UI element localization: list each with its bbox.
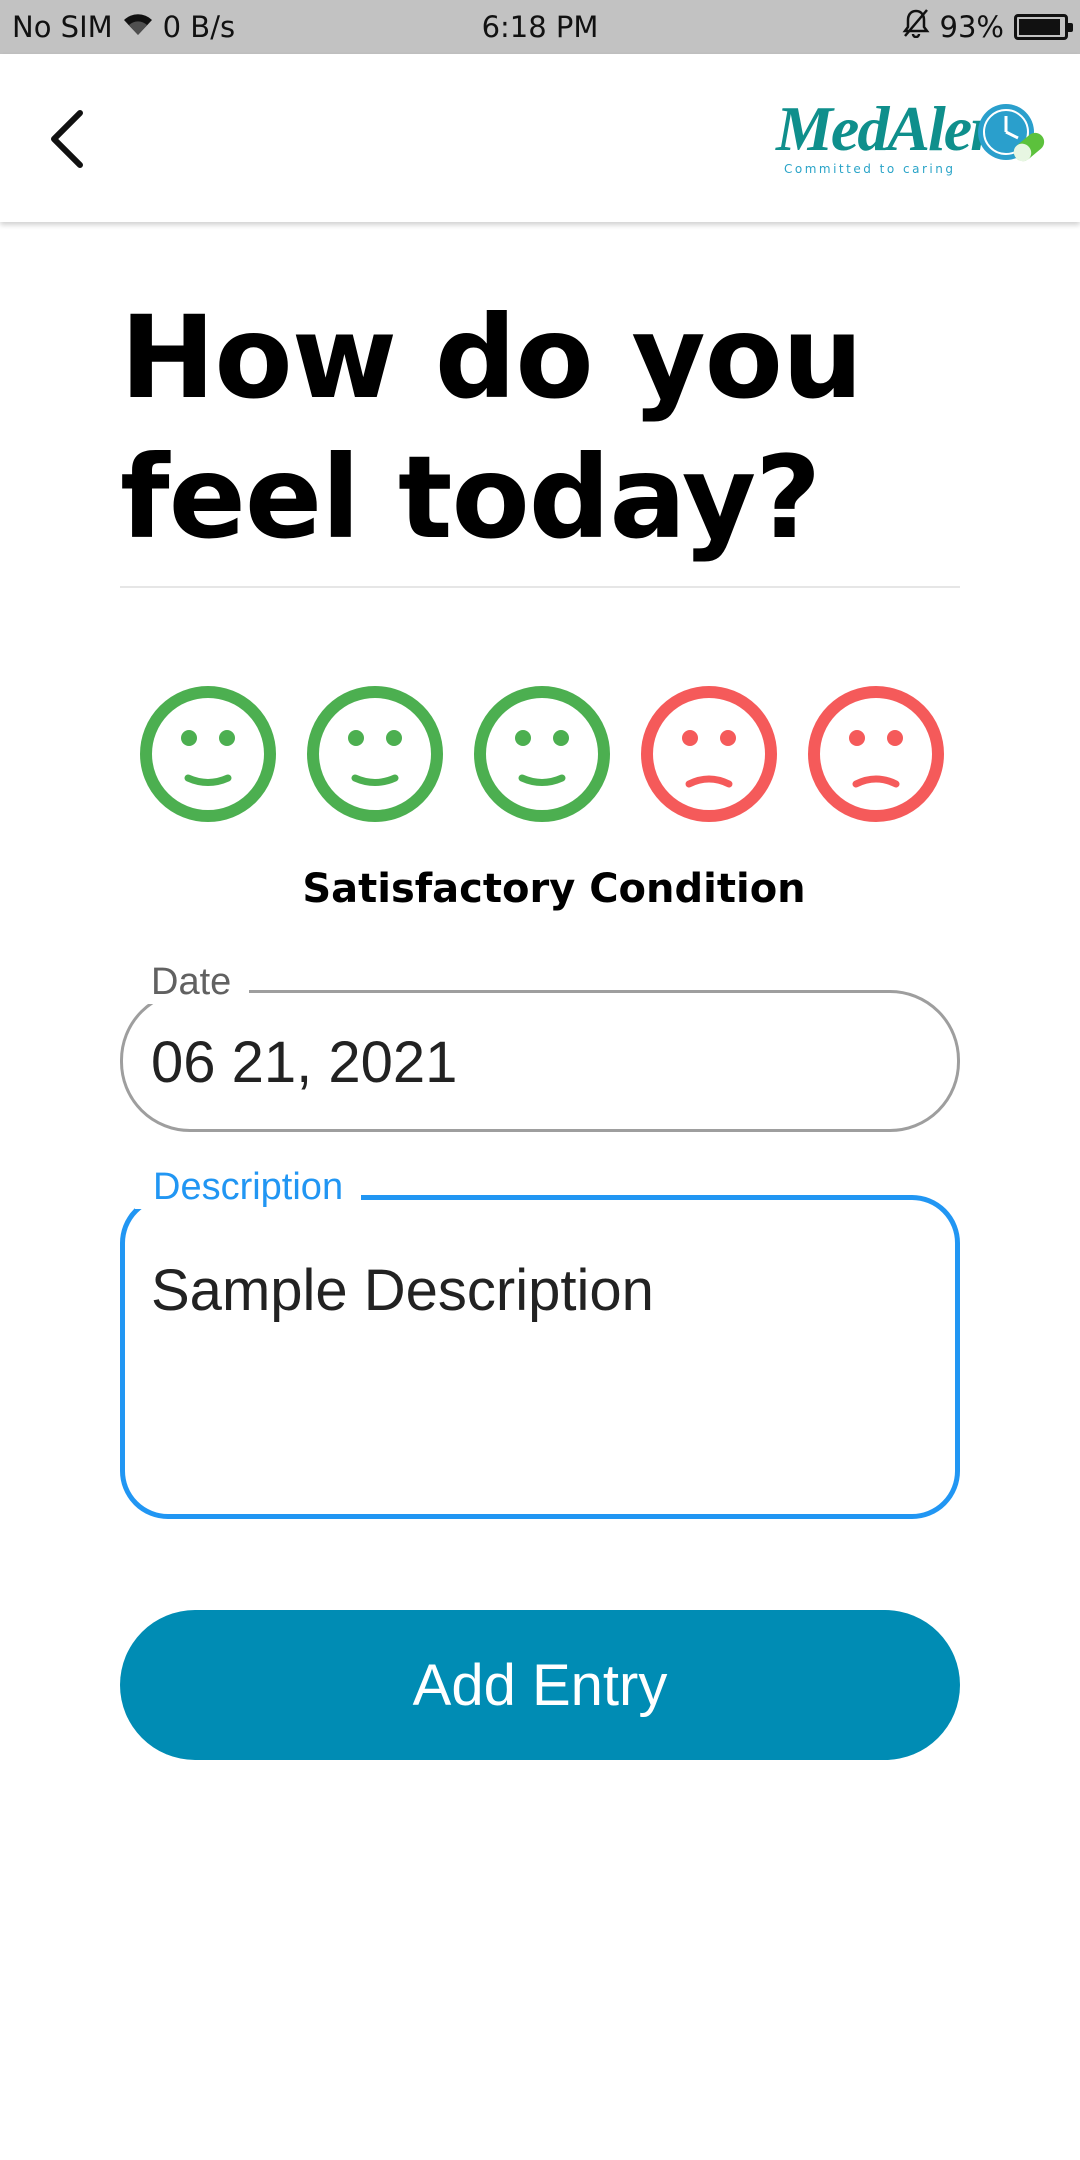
description-input[interactable]: Sample Description — [151, 1256, 925, 1476]
logo-tagline: Committed to caring — [784, 162, 956, 176]
date-label: Date — [133, 961, 250, 1004]
add-entry-button[interactable]: Add Entry — [120, 1610, 960, 1760]
battery-fill — [1019, 18, 1060, 35]
smiley-face-icon[interactable] — [138, 684, 278, 824]
date-value: 06 21, 2021 — [151, 1030, 458, 1095]
clock-pill-icon — [978, 104, 1045, 162]
page-title: How do you feel today? — [120, 288, 960, 568]
mood-status-label: Satisfactory Condition — [302, 866, 806, 912]
battery-icon — [1014, 13, 1073, 40]
smiley-face-icon[interactable] — [305, 684, 445, 824]
chevron-left-icon — [51, 110, 83, 168]
smiley-face-icon[interactable] — [472, 684, 612, 824]
sad-face-icon[interactable] — [806, 684, 946, 824]
mood-selector — [138, 684, 946, 824]
page-title-line2: feel today? — [120, 431, 821, 564]
status-bar-right: 93% — [902, 8, 1073, 45]
description-label: Description — [135, 1166, 362, 1209]
page-title-line1: How do you — [120, 291, 863, 424]
app-bar: MedAlert Committed to caring — [0, 54, 1080, 222]
description-field[interactable]: Description Sample Description — [120, 1166, 960, 1519]
title-divider — [120, 586, 960, 588]
date-field[interactable]: Date 06 21, 2021 — [120, 961, 960, 1132]
sad-face-icon[interactable] — [639, 684, 779, 824]
silent-bell-icon — [902, 8, 930, 45]
medalert-logo: MedAlert Committed to caring — [772, 90, 1052, 190]
battery-percent: 93% — [939, 9, 1004, 44]
back-button[interactable] — [36, 104, 96, 174]
status-bar: No SIM 0 B/s 6:18 PM 93% — [0, 0, 1080, 54]
